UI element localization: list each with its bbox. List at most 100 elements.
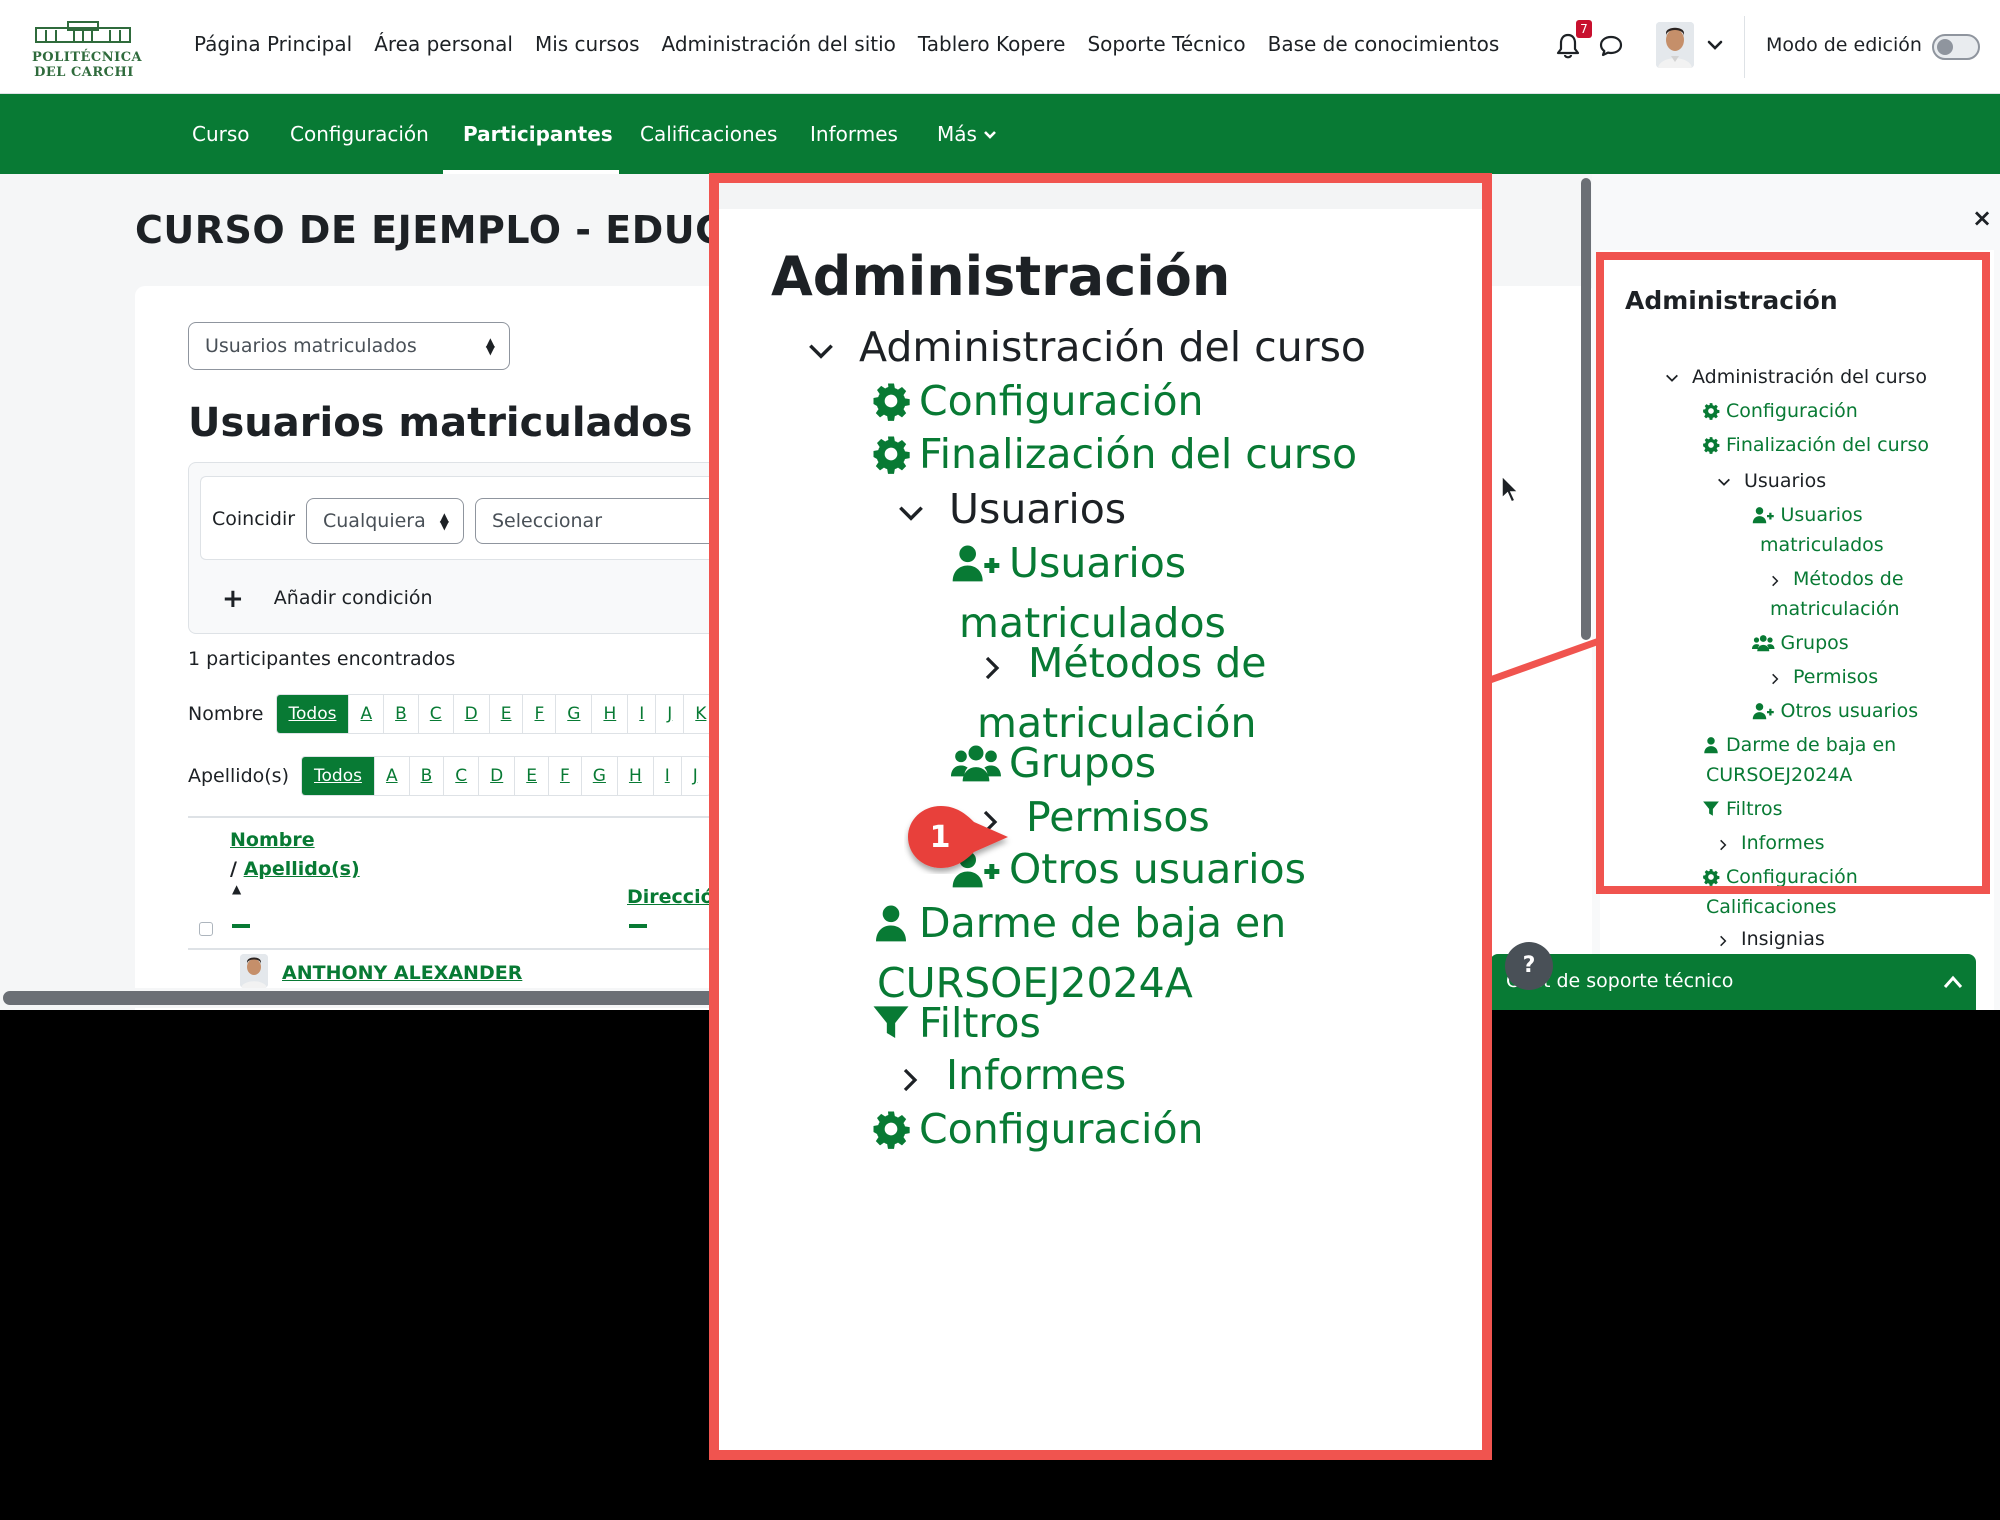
zoom-tree-item-11[interactable]: Informes (895, 1045, 1126, 1105)
chevron-down-icon[interactable] (1706, 38, 1724, 52)
course-title: CURSO DE EJEMPLO - EDUCAC (135, 208, 782, 252)
nav-home[interactable]: Página Principal (194, 32, 352, 56)
zoom-tree-item-1[interactable]: Configuración (871, 371, 1204, 431)
nav-dashboard[interactable]: Área personal (374, 32, 513, 56)
zoom-tree-item-label: Configuración (919, 377, 1204, 425)
toggle-knob (1937, 39, 1953, 55)
plus-icon: + (222, 584, 244, 614)
zoom-tree-item-0[interactable]: Administración del curso (805, 317, 1366, 377)
enrolment-page-select-value: Usuarios matriculados (205, 335, 417, 357)
last-name-initials-bar: Apellido(s) Todos A B C D E F G H I J (188, 756, 711, 796)
first-initial-c[interactable]: C (418, 695, 454, 733)
zoom-tree-item-label: Configuración (919, 1105, 1204, 1153)
sort-by-lastname-link[interactable]: Apellido(s) (244, 858, 360, 880)
nav-tech-support[interactable]: Soporte Técnico (1087, 32, 1245, 56)
help-button[interactable]: ? (1505, 942, 1553, 990)
tab-participants[interactable]: Participantes (463, 94, 613, 174)
last-initial-d[interactable]: D (479, 757, 516, 795)
match-label: Coincidir (212, 508, 296, 530)
drawer-tree-item-label-cont: Calificaciones (1706, 896, 1837, 918)
chevron-up-icon[interactable] (1942, 974, 1964, 990)
sort-ascending-icon: ▲ (232, 882, 242, 896)
zoom-tree-item-10[interactable]: Filtros (871, 993, 1041, 1053)
building-logo-icon (35, 21, 131, 43)
last-initial-c[interactable]: C (444, 757, 480, 795)
add-condition-button[interactable]: + Añadir condición (222, 584, 433, 614)
first-initial-a[interactable]: A (349, 695, 385, 733)
site-logo[interactable]: POLITÉCNICA DEL CARCHI (32, 20, 142, 80)
user-plus-icon (951, 539, 1007, 587)
zoom-title: Administración (771, 245, 1231, 308)
navbar-divider (1744, 16, 1745, 78)
edit-mode-toggle[interactable] (1932, 34, 1980, 60)
last-initial-e[interactable]: E (515, 757, 549, 795)
enrolment-page-select[interactable]: Usuarios matriculados ▲ ▼ (188, 322, 510, 370)
last-initial-h[interactable]: H (617, 757, 654, 795)
horizontal-scrollbar[interactable] (0, 988, 720, 1008)
tab-course[interactable]: Curso (192, 94, 250, 174)
vertical-scrollbar[interactable] (1581, 178, 1591, 640)
user-icon (871, 899, 917, 947)
last-initial-all[interactable]: Todos (302, 757, 375, 795)
chevron-down-icon (895, 485, 933, 533)
nav-my-courses[interactable]: Mis cursos (535, 32, 640, 56)
zoom-tree-item-label: Otros usuarios (1009, 845, 1306, 893)
last-initial-g[interactable]: G (581, 757, 618, 795)
close-drawer-button[interactable]: × (1972, 204, 1992, 232)
nav-site-admin[interactable]: Administración del sitio (662, 32, 896, 56)
zoom-tree-item-3[interactable]: Usuarios (895, 479, 1126, 539)
tab-reports[interactable]: Informes (810, 94, 898, 174)
user-avatar[interactable] (1656, 22, 1694, 68)
highlight-frame-small (1596, 252, 1990, 894)
drawer-tree-item-13[interactable]: Insignias (1716, 924, 1825, 954)
last-initial-b[interactable]: B (409, 757, 445, 795)
first-initial-g[interactable]: G (556, 695, 593, 733)
zoom-tree-item-label: Grupos (1009, 739, 1157, 787)
select-all-checkbox[interactable] (199, 922, 213, 936)
last-initial-j[interactable]: J (681, 757, 710, 795)
first-initial-d[interactable]: D (453, 695, 490, 733)
tab-settings[interactable]: Configuración (290, 94, 429, 174)
first-initial-j[interactable]: J (656, 695, 685, 733)
zoom-tree-item-label: Finalización del curso (919, 430, 1358, 478)
column-header-email[interactable]: Direcció (627, 886, 714, 908)
person-icon (240, 954, 268, 988)
participant-name-link[interactable]: ANTHONY ALEXANDER (282, 962, 522, 984)
participants-count: 1 participantes encontrados (188, 648, 456, 670)
sort-by-firstname-link[interactable]: Nombre (230, 829, 315, 851)
filter-icon (871, 999, 917, 1047)
zoom-tree-item-2[interactable]: Finalización del curso (871, 424, 1357, 484)
chat-icon[interactable] (1598, 34, 1624, 58)
zoom-tree-item-6[interactable]: Grupos (951, 733, 1156, 793)
tab-more[interactable]: Más (937, 94, 997, 174)
gear-icon (871, 1105, 917, 1153)
first-initial-h[interactable]: H (592, 695, 629, 733)
course-navigation: Curso Configuración Participantes Califi… (0, 94, 2000, 174)
match-select[interactable]: Cualquiera ▲ ▼ (306, 498, 464, 544)
first-initial-e[interactable]: E (489, 695, 524, 733)
first-initial-all[interactable]: Todos (276, 695, 350, 733)
condition-type-placeholder: Seleccionar (492, 510, 603, 532)
tab-grades[interactable]: Calificaciones (640, 94, 777, 174)
first-initial-i[interactable]: I (628, 695, 657, 733)
collapse-column-icon[interactable] (629, 924, 647, 928)
zoom-tree-item-12[interactable]: Configuración (871, 1099, 1204, 1159)
first-initial-b[interactable]: B (384, 695, 419, 733)
collapse-column-icon[interactable] (232, 924, 250, 928)
participant-avatar (240, 954, 268, 988)
zoom-tree-item-label: Usuarios (949, 485, 1127, 533)
last-initial-i[interactable]: I (653, 757, 682, 795)
zoom-tree-item-label: Permisos (1026, 793, 1210, 841)
last-initial-a[interactable]: A (374, 757, 410, 795)
last-initial-f[interactable]: F (548, 757, 582, 795)
last-name-initials-label: Apellido(s) (188, 765, 289, 787)
first-initial-f[interactable]: F (523, 695, 557, 733)
edit-mode-label: Modo de edición (1766, 34, 1922, 56)
nav-kopere-dashboard[interactable]: Tablero Kopere (918, 32, 1066, 56)
first-name-initials-bar: Nombre Todos A B C D E F G H I J K (188, 694, 720, 734)
zoom-tree-item-label: Informes (946, 1051, 1127, 1099)
nav-knowledge-base[interactable]: Base de conocimientos (1268, 32, 1500, 56)
page-heading: Usuarios matriculados (188, 400, 693, 446)
tab-more-label: Más (937, 122, 977, 146)
last-name-initials: Todos A B C D E F G H I J (301, 756, 711, 796)
